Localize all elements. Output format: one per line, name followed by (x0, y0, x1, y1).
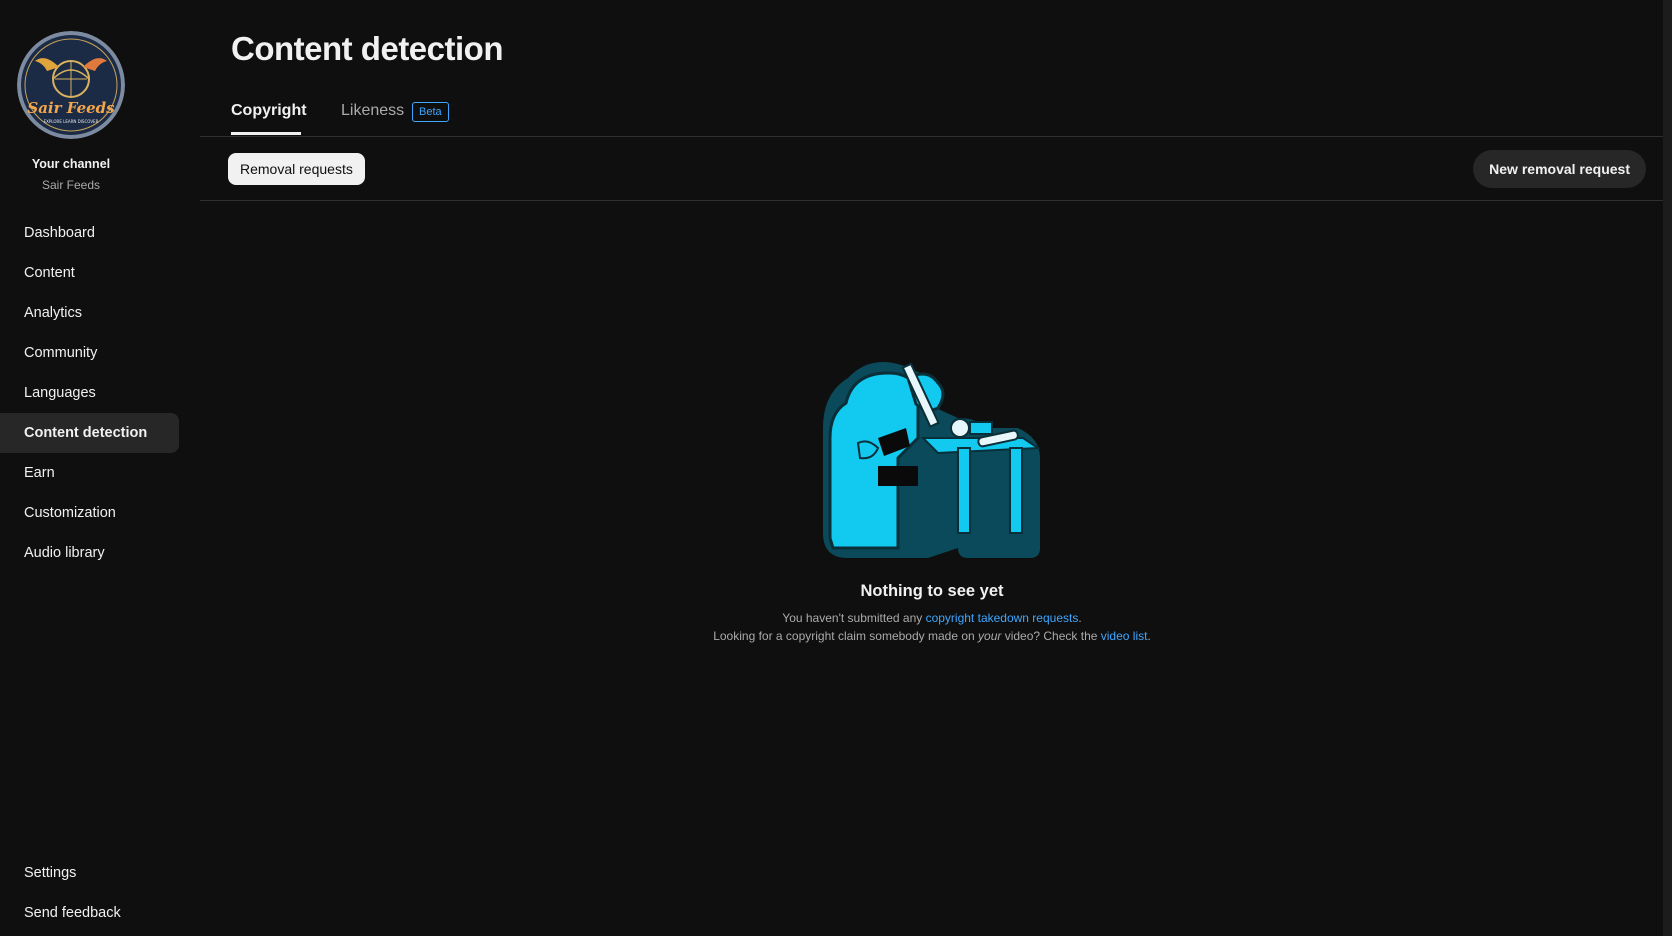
sidebar-item-customization[interactable]: Customization (0, 493, 179, 533)
logo-tagline: EXPLORE LEARN DISCOVER (44, 119, 99, 124)
sidebar-item-community[interactable]: Community (0, 333, 179, 373)
empty-state-line-1: You haven't submitted any copyright take… (600, 611, 1264, 625)
empty-state-title: Nothing to see yet (860, 582, 1004, 600)
line2-middle: video? Check the (1001, 629, 1101, 643)
empty-state-line-2: Looking for a copyright claim somebody m… (600, 629, 1264, 643)
tab-selected-indicator (231, 132, 301, 135)
sidebar-item-send-feedback[interactable]: Send feedback (0, 893, 179, 933)
sidebar-item-audio-library[interactable]: Audio library (0, 533, 179, 573)
sidebar-item-languages[interactable]: Languages (0, 373, 179, 413)
removal-requests-chip[interactable]: Removal requests (228, 153, 365, 185)
line2-emphasis: your (978, 629, 1002, 643)
channel-name: Sair Feeds (41, 178, 101, 192)
logo-text: Sair Feeds (27, 99, 115, 117)
sidebar-item-analytics[interactable]: Analytics (0, 293, 179, 333)
channel-title: Your channel (31, 157, 111, 171)
toolbar-divider (200, 200, 1663, 201)
line1-prefix: You haven't submitted any (782, 611, 926, 625)
line1-suffix: . (1078, 611, 1082, 625)
line2-suffix: . (1147, 629, 1151, 643)
sidebar-item-earn[interactable]: Earn (0, 453, 179, 493)
sidebar-item-settings[interactable]: Settings (0, 853, 179, 893)
tab-copyright[interactable]: Copyright (231, 102, 307, 120)
new-removal-request-button[interactable]: New removal request (1473, 150, 1646, 188)
page-title: Content detection (231, 30, 503, 67)
copyright-takedown-requests-link[interactable]: copyright takedown requests (926, 611, 1079, 625)
tabs-divider (200, 136, 1663, 137)
sidebar-item-dashboard[interactable]: Dashboard (0, 213, 179, 253)
sidebar-item-content[interactable]: Content (0, 253, 179, 293)
channel-avatar[interactable]: Sair Feeds EXPLORE LEARN DISCOVER (17, 31, 125, 139)
sidebar-item-content-detection[interactable]: Content detection (0, 413, 179, 453)
empty-state-illustration (818, 348, 1048, 563)
line2-prefix: Looking for a copyright claim somebody m… (713, 629, 979, 643)
tab-likeness[interactable]: Likeness (341, 102, 404, 120)
video-list-link[interactable]: video list (1101, 629, 1148, 643)
beta-badge: Beta (412, 102, 449, 122)
sidebar: Sair Feeds EXPLORE LEARN DISCOVER Your c… (0, 0, 188, 936)
scrollbar[interactable] (1663, 0, 1672, 936)
